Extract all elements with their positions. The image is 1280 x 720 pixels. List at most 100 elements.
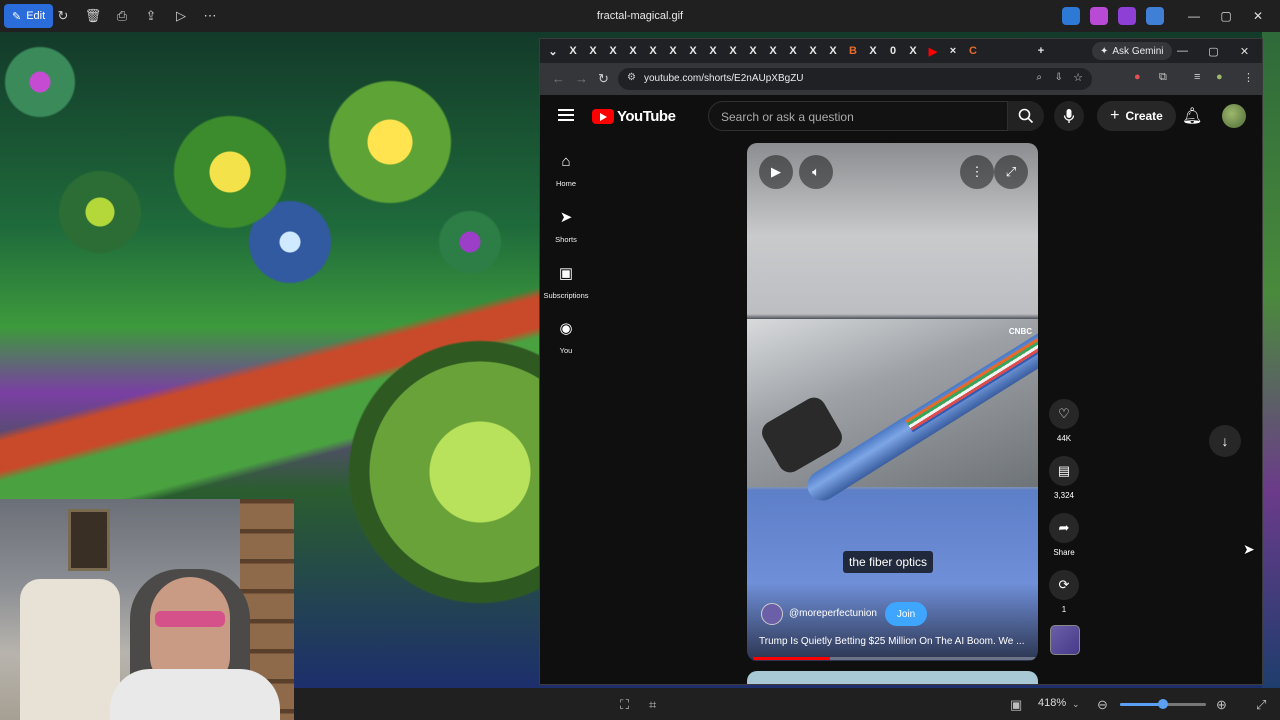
channel-avatar[interactable] <box>761 603 783 625</box>
youtube-logo[interactable]: YouTube <box>592 108 676 125</box>
close-icon[interactable]: ✕ <box>1229 42 1260 60</box>
tab-favicon[interactable]: 0 <box>886 44 900 58</box>
ask-gemini-button[interactable]: ✦ Ask Gemini <box>1092 42 1172 60</box>
tab-favicon[interactable]: X <box>706 44 720 58</box>
tab-favicon[interactable]: X <box>766 44 780 58</box>
tab-favicon[interactable]: X <box>726 44 740 58</box>
shorts-player[interactable]: CNBC ▶ 🔈︎ ⋮ ⤢ the fiber optics @moreperf… <box>747 143 1038 661</box>
tab-favicon[interactable]: X <box>626 44 640 58</box>
comment-icon[interactable]: ▤ <box>1049 456 1079 486</box>
expand-icon[interactable]: ⤢ <box>1256 697 1266 713</box>
tab-favicon[interactable]: X <box>566 44 580 58</box>
browser-toolbar: ← → ↻ ⚙ youtube.com/shorts/E2nAUpXBgZU ⌕… <box>540 63 1262 95</box>
crop-icon[interactable]: ⌗ <box>649 697 656 713</box>
remix-action[interactable]: ⟳ 1 <box>1046 570 1082 614</box>
new-tab-icon[interactable]: + <box>1034 44 1048 58</box>
play-button[interactable]: ▶ <box>759 155 793 189</box>
install-icon[interactable]: ⇩ <box>1055 72 1063 83</box>
zoom-in-icon[interactable]: ⊕ <box>1216 697 1227 713</box>
next-short-preview[interactable] <box>747 671 1038 684</box>
tab-favicon[interactable]: X <box>826 44 840 58</box>
guide-item-home[interactable]: ⌂ Home <box>540 153 592 191</box>
site-info-icon[interactable]: ⚙ <box>627 72 636 83</box>
reading-list-icon[interactable]: ≡ <box>1194 71 1200 83</box>
tab-favicon[interactable]: B <box>846 44 860 58</box>
tab-favicon[interactable]: X <box>666 44 680 58</box>
like-count: 44K <box>1056 434 1072 443</box>
maximize-icon[interactable]: ▢ <box>1198 42 1229 60</box>
menu-icon[interactable] <box>558 109 574 121</box>
tab-favicon[interactable]: X <box>686 44 700 58</box>
minimize-icon[interactable]: — <box>1178 4 1210 28</box>
more-actions-button[interactable]: ⋮ <box>960 155 994 189</box>
browser-window: ⌄ X X X X X X X X X X X X X X B X 0 X ▶ × C + ✦ Ask Gemini —… <box>539 38 1263 685</box>
app-tray-icon[interactable] <box>1146 7 1164 25</box>
browser-menu-icon[interactable]: ⋮ <box>1243 71 1254 84</box>
profile-icon[interactable]: ● <box>1216 71 1223 83</box>
tab-favicon[interactable]: X <box>746 44 760 58</box>
remix-icon[interactable]: ⟳ <box>1049 570 1079 600</box>
notifications-bell-icon[interactable]: 🔔︎ <box>1182 106 1202 126</box>
search-input[interactable]: Search or ask a question <box>708 101 1008 131</box>
back-icon[interactable]: ← <box>552 71 565 86</box>
account-avatar[interactable] <box>1222 104 1246 128</box>
app-tray-icon[interactable] <box>1118 7 1136 25</box>
volume-icon: 🔈︎ <box>812 164 820 179</box>
comment-count: 3,324 <box>1053 491 1075 500</box>
progress-bar[interactable] <box>753 657 1038 660</box>
guide-item-subscriptions[interactable]: ▣ Subscriptions <box>540 264 592 303</box>
video-title[interactable]: Trump Is Quietly Betting $25 Million On … <box>759 636 1031 647</box>
tab-favicon[interactable]: × <box>946 44 960 58</box>
minimize-icon[interactable]: — <box>1167 42 1198 60</box>
tab-favicon[interactable]: X <box>606 44 620 58</box>
guide-label: Shorts <box>555 235 577 244</box>
fit-screen-icon[interactable]: ⛶ <box>620 697 629 713</box>
fullscreen-button[interactable]: ⤢ <box>994 155 1028 189</box>
tab-favicon[interactable]: X <box>786 44 800 58</box>
app-tray-icon[interactable] <box>1062 7 1080 25</box>
address-bar[interactable]: ⚙ youtube.com/shorts/E2nAUpXBgZU ⌕ ⇩ ☆ <box>618 68 1092 90</box>
plus-icon: + <box>1110 107 1120 124</box>
next-video-button[interactable]: ↓ <box>1209 425 1241 457</box>
forward-icon[interactable]: → <box>575 71 588 86</box>
tab-favicon[interactable]: X <box>646 44 660 58</box>
voice-search-button[interactable] <box>1054 101 1084 131</box>
channel-name[interactable]: @moreperfectunion <box>789 608 877 619</box>
zoom-slider-thumb[interactable] <box>1158 699 1168 709</box>
maximize-icon[interactable]: ▢ <box>1210 4 1242 28</box>
guide-item-you[interactable]: ◉ You <box>540 319 592 358</box>
tab-favicon[interactable]: X <box>806 44 820 58</box>
tab-favicon[interactable]: X <box>866 44 880 58</box>
tab-favicon[interactable]: X <box>906 44 920 58</box>
extensions-puzzle-icon[interactable]: ⧉ <box>1159 71 1167 84</box>
url-text[interactable]: youtube.com/shorts/E2nAUpXBgZU <box>644 73 804 84</box>
tab-search-icon[interactable]: ⌄ <box>546 44 560 58</box>
bookmark-star-icon[interactable]: ☆ <box>1073 71 1083 84</box>
heart-icon[interactable]: ♡ <box>1049 399 1079 429</box>
volume-button[interactable]: 🔈︎ <box>799 155 833 189</box>
zoom-icon[interactable]: ⌕ <box>1036 72 1042 83</box>
tab-favicon[interactable]: C <box>966 44 980 58</box>
share-arrow-icon[interactable]: ➦ <box>1049 513 1079 543</box>
search-button[interactable] <box>1008 101 1044 131</box>
tab-favicon[interactable]: X <box>586 44 600 58</box>
actual-size-icon[interactable]: ▣ <box>1010 697 1022 713</box>
share-action[interactable]: ➦ Share <box>1046 513 1082 557</box>
join-button[interactable]: Join <box>885 602 927 626</box>
like-action[interactable]: ♡ 44K <box>1046 399 1082 443</box>
tab-favicon[interactable]: ▶ <box>926 44 940 58</box>
comments-action[interactable]: ▤ 3,324 <box>1046 456 1082 500</box>
sound-thumbnail[interactable] <box>1050 625 1080 655</box>
extension-icon[interactable]: ● <box>1134 71 1141 83</box>
photo-viewer-statusbar: ⛶ ⌗ ▣ 418% ⌄ ⊖ ⊕ ⤢ <box>294 688 1280 720</box>
app-tray-icon[interactable] <box>1090 7 1108 25</box>
zoom-out-icon[interactable]: ⊖ <box>1097 697 1108 713</box>
guide-item-shorts[interactable]: ➤ Shorts <box>540 208 592 247</box>
reload-icon[interactable]: ↻ <box>598 71 609 87</box>
zoom-level[interactable]: 418% <box>1038 697 1066 709</box>
chevron-down-icon[interactable]: ⌄ <box>1072 699 1080 710</box>
video-frame <box>747 319 1038 507</box>
create-button[interactable]: + Create <box>1097 101 1176 131</box>
close-icon[interactable]: ✕ <box>1242 4 1274 28</box>
zoom-slider[interactable] <box>1120 699 1206 709</box>
